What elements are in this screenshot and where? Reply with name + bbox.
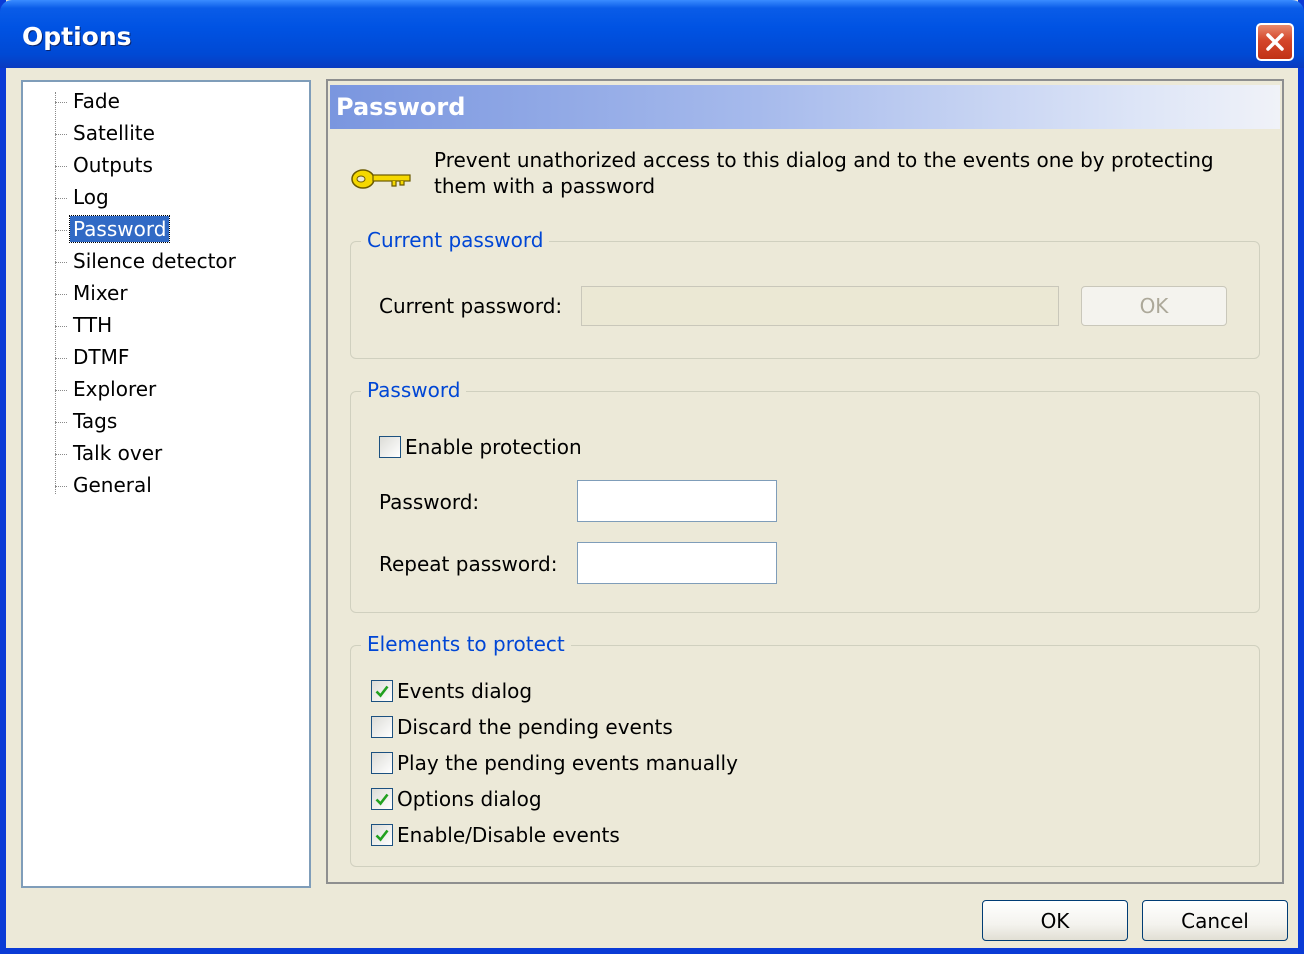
- checkbox-box: [371, 788, 393, 810]
- tree-item-general[interactable]: General: [53, 470, 303, 500]
- group-title-current-password: Current password: [361, 226, 550, 254]
- events-dialog-checkbox[interactable]: Events dialog: [371, 676, 532, 706]
- password-panel: Password Prevent unathorized access to t…: [326, 79, 1284, 884]
- tree-item-label: Talk over: [73, 441, 163, 465]
- tree-item-label: Log: [73, 185, 109, 209]
- tree-item-dtmf[interactable]: DTMF: [53, 342, 303, 372]
- elements-to-protect-group: Elements to protect Events dialog Discar…: [350, 630, 1260, 867]
- tree-connector: [55, 358, 67, 359]
- tree-item-satellite[interactable]: Satellite: [53, 118, 303, 148]
- tree-item-talk-over[interactable]: Talk over: [53, 438, 303, 468]
- tree-item-label: Silence detector: [73, 249, 236, 273]
- tree-item-label: TTH: [73, 313, 113, 337]
- checkbox-box: [371, 680, 393, 702]
- ok-button[interactable]: OK: [982, 900, 1128, 941]
- tree-connector: [55, 134, 67, 135]
- enable-protection-label: Enable protection: [405, 435, 582, 459]
- checkmark-icon: [375, 793, 389, 806]
- checkbox-box: [379, 436, 401, 458]
- key-icon: [351, 169, 411, 189]
- group-title-password: Password: [361, 376, 467, 404]
- cancel-button[interactable]: Cancel: [1142, 900, 1288, 941]
- tree-connector: [55, 294, 67, 295]
- tree-item-label: Fade: [73, 89, 120, 113]
- tree-connector: [55, 390, 67, 391]
- panel-description: Prevent unathorized access to this dialo…: [434, 148, 1214, 198]
- current-password-group: Current password Current password: OK: [350, 226, 1260, 359]
- enable-protection-checkbox[interactable]: Enable protection: [379, 432, 582, 462]
- tree-item-label: Outputs: [73, 153, 153, 177]
- tree-item-label: General: [73, 473, 152, 497]
- checkbox-label: Options dialog: [397, 787, 542, 811]
- tree-connector: [55, 486, 67, 487]
- tree-item-explorer[interactable]: Explorer: [53, 374, 303, 404]
- panel-header: Password: [330, 85, 1280, 129]
- play-pending-events-checkbox[interactable]: Play the pending events manually: [371, 748, 738, 778]
- checkbox-label: Play the pending events manually: [397, 751, 738, 775]
- tree-connector: [55, 230, 67, 231]
- options-tree[interactable]: Fade Satellite Outputs Log Password Sile…: [21, 80, 311, 888]
- discard-pending-events-checkbox[interactable]: Discard the pending events: [371, 712, 673, 742]
- tree-connector: [55, 262, 67, 263]
- checkmark-icon: [375, 829, 389, 842]
- close-button[interactable]: [1256, 23, 1294, 61]
- tree-item-silence-detector[interactable]: Silence detector: [53, 246, 303, 276]
- tree-connector: [55, 166, 67, 167]
- current-password-input[interactable]: [581, 286, 1059, 326]
- checkbox-box: [371, 752, 393, 774]
- password-input[interactable]: [577, 480, 777, 522]
- checkbox-label: Events dialog: [397, 679, 533, 703]
- tree-item-label: Password: [68, 215, 171, 243]
- tree-item-log[interactable]: Log: [53, 182, 303, 212]
- tree-item-label: Satellite: [73, 121, 155, 145]
- enable-disable-events-checkbox[interactable]: Enable/Disable events: [371, 820, 620, 850]
- tree-item-tth[interactable]: TTH: [53, 310, 303, 340]
- options-dialog-checkbox[interactable]: Options dialog: [371, 784, 542, 814]
- tree-connector: [55, 454, 67, 455]
- tree-item-label: Explorer: [73, 377, 157, 401]
- tree-item-label: DTMF: [73, 345, 130, 369]
- title-bar[interactable]: Options: [0, 0, 1304, 68]
- tree-connector: [55, 422, 67, 423]
- tree-item-label: Mixer: [73, 281, 128, 305]
- tree-connector: [55, 102, 67, 103]
- close-icon: [1266, 33, 1284, 51]
- current-password-ok-button[interactable]: OK: [1081, 286, 1227, 326]
- password-label: Password:: [379, 490, 480, 514]
- panel-title: Password: [336, 93, 466, 121]
- group-title-elements: Elements to protect: [361, 630, 571, 658]
- tree-connector: [55, 326, 67, 327]
- tree-item-label: Tags: [73, 409, 118, 433]
- password-group: Password Enable protection Password: Rep…: [350, 376, 1260, 613]
- checkbox-box: [371, 716, 393, 738]
- checkbox-box: [371, 824, 393, 846]
- checkmark-icon: [375, 685, 389, 698]
- tree-connector: [55, 198, 67, 199]
- checkbox-label: Enable/Disable events: [397, 823, 620, 847]
- current-password-label: Current password:: [379, 294, 563, 318]
- checkbox-label: Discard the pending events: [397, 715, 673, 739]
- tree-item-password[interactable]: Password: [53, 214, 303, 244]
- tree-item-tags[interactable]: Tags: [53, 406, 303, 436]
- repeat-password-input[interactable]: [577, 542, 777, 584]
- tree-item-outputs[interactable]: Outputs: [53, 150, 303, 180]
- tree-item-fade[interactable]: Fade: [53, 86, 303, 116]
- window-title: Options: [22, 22, 132, 51]
- repeat-password-label: Repeat password:: [379, 552, 558, 576]
- tree-item-mixer[interactable]: Mixer: [53, 278, 303, 308]
